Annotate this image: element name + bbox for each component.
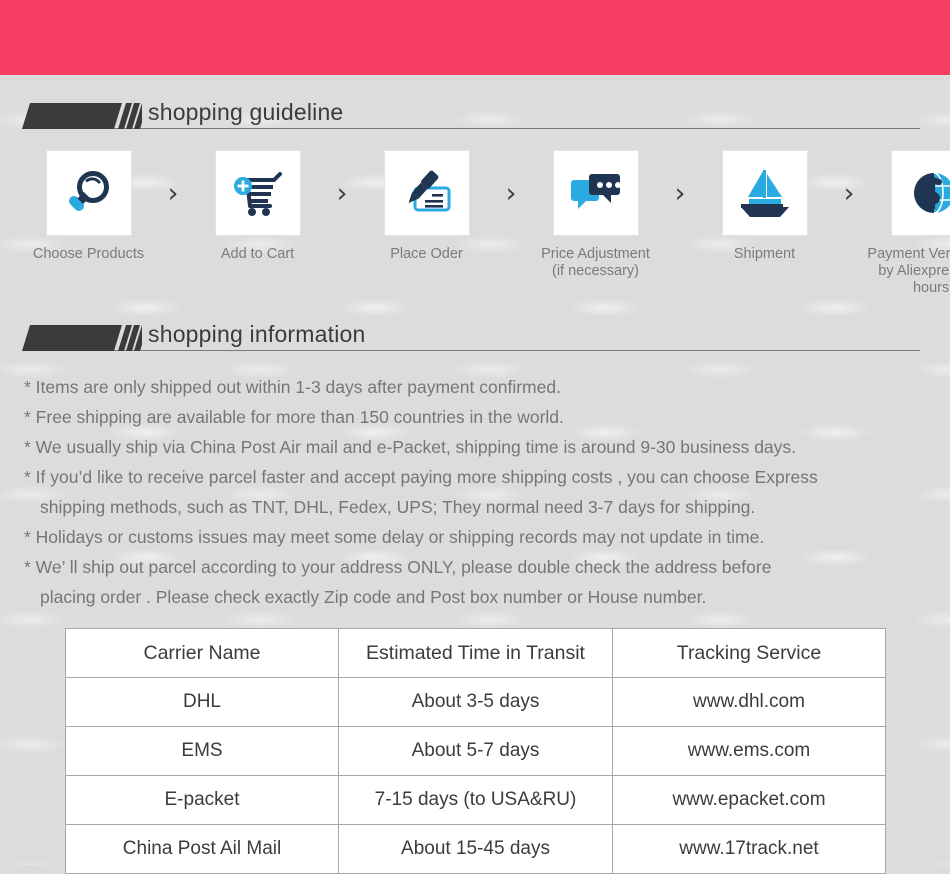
step-icon-box bbox=[722, 150, 808, 236]
cell-carrier-name: E-packet bbox=[66, 776, 339, 825]
info-line: * We’ ll ship out parcel according to yo… bbox=[24, 552, 928, 582]
step-price-adjustment[interactable]: Price Adjustment (if necessary) bbox=[529, 150, 662, 280]
step-place-order[interactable]: Place Oder bbox=[360, 150, 493, 263]
section-title-information: shopping information bbox=[148, 321, 366, 348]
step-label: Shipment bbox=[734, 246, 795, 263]
table-row: DHL About 3-5 days www.dhl.com bbox=[66, 678, 886, 727]
cell-tracking-service[interactable]: www.epacket.com bbox=[613, 776, 886, 825]
table-row: EMS About 5-7 days www.ems.com bbox=[66, 727, 886, 776]
step-arrow-3: › bbox=[493, 150, 529, 236]
info-line: * If you’d like to receive parcel faster… bbox=[24, 462, 928, 492]
step-arrow-5: › bbox=[831, 150, 867, 236]
info-line: placing order . Please check exactly Zip… bbox=[24, 582, 928, 612]
info-line: * Free shipping are available for more t… bbox=[24, 402, 928, 432]
section-underline bbox=[22, 350, 920, 351]
sailboat-icon bbox=[736, 167, 794, 219]
section-banner-icon bbox=[22, 325, 142, 351]
section-header-guideline: shopping guideline bbox=[22, 94, 920, 134]
step-icon-box bbox=[553, 150, 639, 236]
section-title-guideline: shopping guideline bbox=[148, 99, 343, 126]
cell-tracking-service[interactable]: www.dhl.com bbox=[613, 678, 886, 727]
cell-carrier-name: DHL bbox=[66, 678, 339, 727]
cell-estimated-time: 7-15 days (to USA&RU) bbox=[339, 776, 613, 825]
step-label: Choose Products bbox=[33, 246, 144, 263]
cell-estimated-time: About 15-45 days bbox=[339, 825, 613, 874]
step-payment-verification[interactable]: Payment Verification by Aliexpress (24 h… bbox=[867, 150, 950, 297]
cell-carrier-name: EMS bbox=[66, 727, 339, 776]
shipping-info-list: * Items are only shipped out within 1-3 … bbox=[24, 372, 928, 612]
section-underline bbox=[22, 128, 920, 129]
column-header-estimated-time: Estimated Time in Transit bbox=[339, 629, 613, 678]
step-choose-products[interactable]: Choose Products bbox=[22, 150, 155, 263]
step-icon-box bbox=[46, 150, 132, 236]
steps-row: Choose Products › Add to Cart bbox=[22, 150, 928, 297]
step-add-to-cart[interactable]: Add to Cart bbox=[191, 150, 324, 263]
step-icon-box bbox=[215, 150, 301, 236]
cell-carrier-name: China Post Ail Mail bbox=[66, 825, 339, 874]
table-row: China Post Ail Mail About 15-45 days www… bbox=[66, 825, 886, 874]
step-label: Payment Verification by Aliexpress (24 h… bbox=[867, 246, 950, 297]
info-line: * Items are only shipped out within 1-3 … bbox=[24, 372, 928, 402]
page-content: shopping guideline Choose Products › bbox=[0, 94, 950, 874]
add-to-cart-icon bbox=[230, 166, 286, 220]
step-arrow-1: › bbox=[155, 150, 191, 236]
chat-bubbles-icon bbox=[568, 168, 624, 218]
section-banner-icon bbox=[22, 103, 142, 129]
step-icon-box bbox=[891, 150, 950, 236]
step-label: Place Oder bbox=[390, 246, 463, 263]
info-line: shipping methods, such as TNT, DHL, Fede… bbox=[24, 492, 928, 522]
cell-estimated-time: About 5-7 days bbox=[339, 727, 613, 776]
step-icon-box bbox=[384, 150, 470, 236]
step-arrow-4: › bbox=[662, 150, 698, 236]
info-line: * We usually ship via China Post Air mai… bbox=[24, 432, 928, 462]
dollar-globe-icon bbox=[908, 167, 950, 219]
cell-tracking-service[interactable]: www.ems.com bbox=[613, 727, 886, 776]
pen-check-icon bbox=[399, 166, 455, 220]
carrier-table-wrapper: Carrier Name Estimated Time in Transit T… bbox=[65, 628, 885, 874]
cell-estimated-time: About 3-5 days bbox=[339, 678, 613, 727]
table-row: E-packet 7-15 days (to USA&RU) www.epack… bbox=[66, 776, 886, 825]
step-shipment[interactable]: Shipment bbox=[698, 150, 831, 263]
table-header-row: Carrier Name Estimated Time in Transit T… bbox=[66, 629, 886, 678]
step-label: Add to Cart bbox=[221, 246, 294, 263]
step-label: Price Adjustment (if necessary) bbox=[541, 246, 650, 280]
column-header-tracking-service: Tracking Service bbox=[613, 629, 886, 678]
magnifier-icon bbox=[62, 166, 116, 220]
top-pink-banner bbox=[0, 0, 950, 75]
step-arrow-2: › bbox=[324, 150, 360, 236]
carrier-table: Carrier Name Estimated Time in Transit T… bbox=[65, 628, 886, 874]
column-header-carrier-name: Carrier Name bbox=[66, 629, 339, 678]
cell-tracking-service[interactable]: www.17track.net bbox=[613, 825, 886, 874]
section-header-information: shopping information bbox=[22, 316, 920, 356]
info-line: * Holidays or customs issues may meet so… bbox=[24, 522, 928, 552]
